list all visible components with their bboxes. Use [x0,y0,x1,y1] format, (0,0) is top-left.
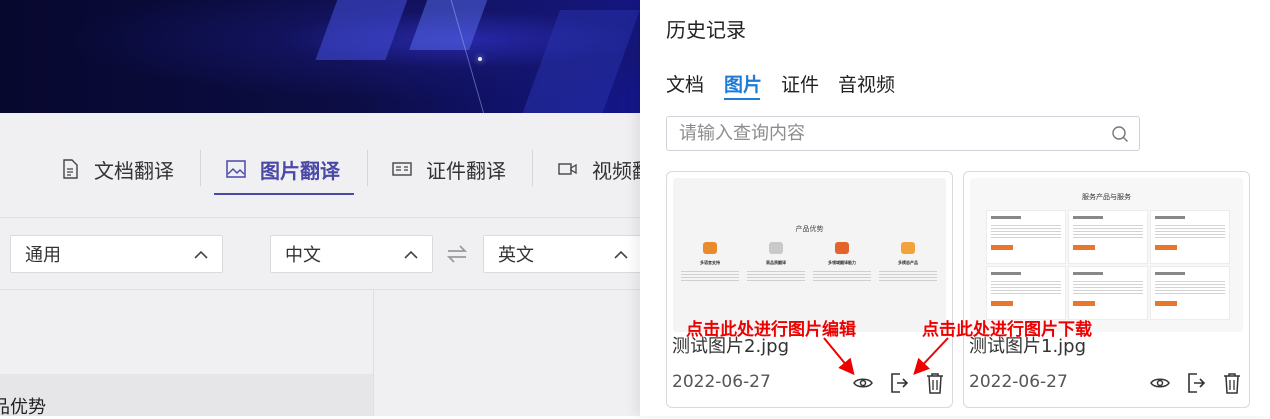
delete-trash-icon[interactable] [924,372,946,394]
thumbnail-section [1068,210,1148,264]
thumbnail-title: 产品优势 [795,225,824,233]
thumbnail-feature: 多语言支持 [681,242,739,283]
thumbnail-feature: 多领域翻译能力 [813,242,871,283]
tab-image-translation[interactable]: 图片翻译 [226,143,340,195]
feature-icon [901,242,915,254]
video-icon [558,159,578,179]
domain-select[interactable]: 通用 [10,235,223,273]
preview-eye-icon[interactable] [852,372,874,394]
target-language-value: 英文 [498,245,534,266]
thumbnail-feature: 多模态产品 [879,242,937,283]
export-edit-icon[interactable] [1185,372,1207,394]
preview-header [0,374,373,416]
tab-audio-video[interactable]: 音视频 [838,70,895,97]
image-thumbnail[interactable]: 产品优势 多语言支持 高品质翻译 多领域翻译能力 多模态产品 [673,178,946,332]
tab-document-translation[interactable]: 文档翻译 [60,143,174,195]
thumbnail-feature: 高品质翻译 [747,242,805,283]
preview-eye-icon[interactable] [1149,372,1171,394]
tab-document[interactable]: 文档 [666,70,704,97]
file-date: 2022-06-27 [969,372,1068,392]
tab-label: 文档翻译 [94,158,174,183]
chevron-up-icon [194,244,208,265]
source-language-value: 中文 [285,245,321,266]
tab-divider [532,150,533,186]
swap-languages-icon[interactable] [446,244,468,264]
image-icon [226,159,246,179]
panel-divider [0,289,640,290]
tab-divider [200,150,201,186]
history-card[interactable]: 服务产品与服务 测试图片1.jpg 2022-06-27 [963,171,1250,408]
hero-banner [0,0,640,113]
domain-select-value: 通用 [25,245,61,266]
tab-certificate[interactable]: 证件 [781,70,819,97]
active-tab-indicator [724,98,760,100]
active-tab-indicator [214,193,354,195]
document-icon [60,159,80,179]
feature-icon [769,242,783,254]
feature-icon [835,242,849,254]
search-input[interactable] [677,122,1101,145]
preview-title: 品优势 [0,397,46,418]
annotation-download: 点击此处进行图片下载 [922,320,1092,340]
chevron-up-icon [404,244,418,265]
search-icon[interactable] [1111,125,1129,143]
file-date: 2022-06-27 [672,372,771,392]
annotation-edit: 点击此处进行图片编辑 [686,320,856,340]
thumbnail-title: 服务产品与服务 [1082,193,1131,201]
thumbnail-section [1150,266,1230,320]
thumbnail-section [1068,266,1148,320]
chevron-up-icon [614,244,628,265]
thumbnail-section [1150,210,1230,264]
export-edit-icon[interactable] [888,372,910,394]
target-language-select[interactable]: 英文 [483,235,653,273]
history-card[interactable]: 产品优势 多语言支持 高品质翻译 多领域翻译能力 多模态产品 测试图片2.jpg… [666,171,953,408]
history-drawer: 历史记录 文档 图片 证件 音视频 产品优势 多语言支持 高品质翻译 多领 [640,0,1270,416]
search-box [666,116,1140,151]
tab-label: 图片翻译 [260,158,340,183]
tab-label: 证件翻译 [426,158,506,183]
drawer-title: 历史记录 [666,18,746,42]
panel-divider [373,289,374,416]
tab-id-translation[interactable]: 证件翻译 [392,143,506,195]
tab-divider [367,150,368,186]
thumbnail-section [986,210,1066,264]
source-language-select[interactable]: 中文 [270,235,433,273]
tab-video-translation[interactable]: 视频翻 [558,143,652,195]
delete-trash-icon[interactable] [1221,372,1243,394]
tab-image[interactable]: 图片 [724,70,762,97]
thumbnail-section [986,266,1066,320]
feature-icon [703,242,717,254]
image-thumbnail[interactable]: 服务产品与服务 [970,178,1243,332]
id-card-icon [392,159,412,179]
